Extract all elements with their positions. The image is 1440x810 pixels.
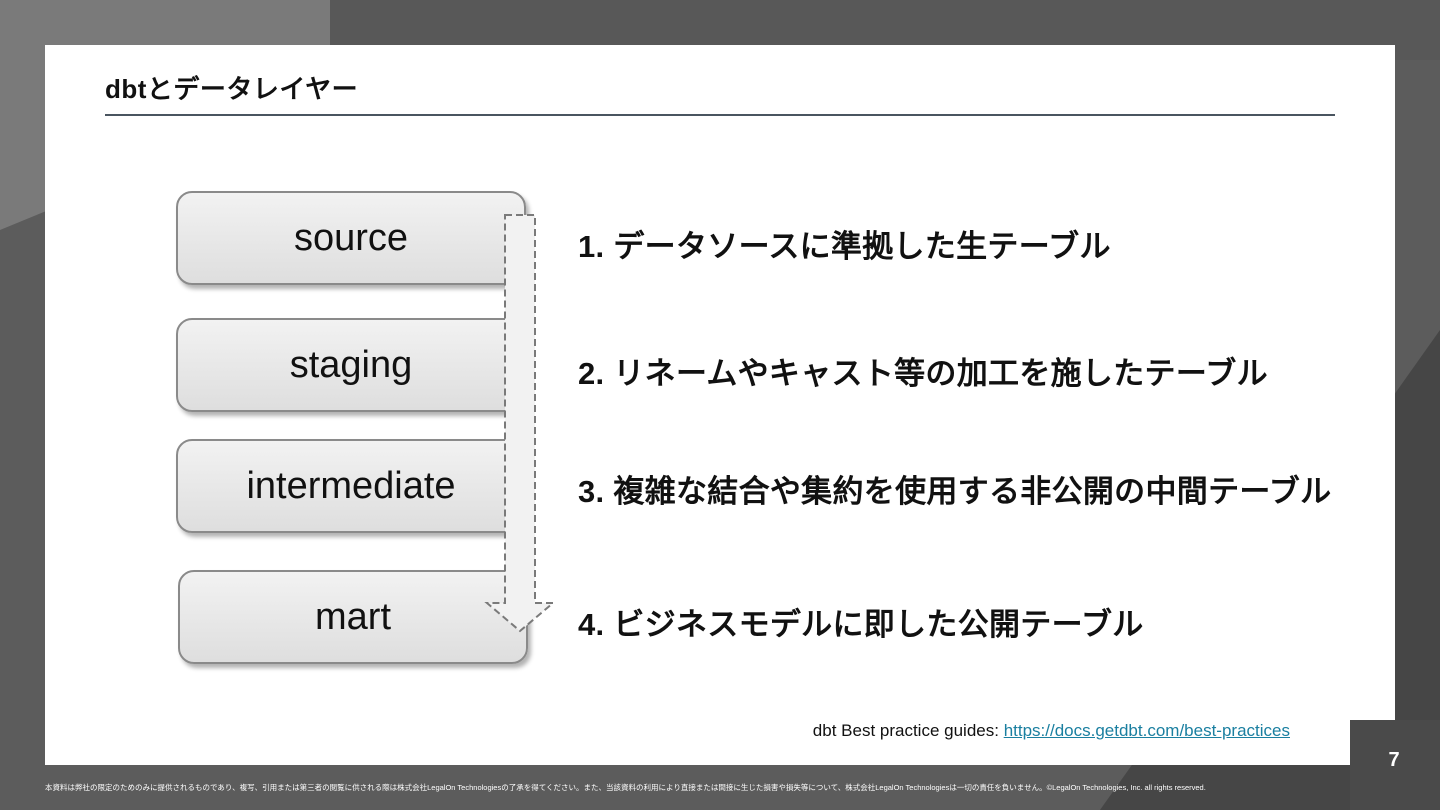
layer-label-staging: staging bbox=[289, 343, 413, 386]
layer-description-staging: 2. リネームやキャスト等の加工を施したテーブル bbox=[578, 356, 1268, 391]
slide-title: dbtとデータレイヤー bbox=[105, 74, 359, 104]
layer-box-staging: staging bbox=[176, 318, 526, 412]
layer-label-source: source bbox=[293, 216, 409, 259]
layer-label-intermediate: intermediate bbox=[246, 464, 456, 507]
layer-description-intermediate: 3. 複雑な結合や集約を使用する非公開の中間テーブル bbox=[578, 474, 1332, 509]
reference-link[interactable]: https://docs.getdbt.com/best-practices bbox=[1004, 721, 1290, 740]
reference-line: dbt Best practice guides: https://docs.g… bbox=[813, 721, 1290, 741]
slide: dbtとデータレイヤー source staging intermediate … bbox=[45, 45, 1395, 765]
flow-down-arrow bbox=[484, 214, 556, 633]
layer-description-mart: 4. ビジネスモデルに即した公開テーブル bbox=[578, 607, 1144, 642]
layer-box-source: source bbox=[176, 191, 526, 285]
layer-description-source: 1. データソースに準拠した生テーブル bbox=[578, 229, 1111, 264]
layer-label-mart: mart bbox=[315, 595, 391, 638]
disclaimer-text: 本資料は弊社の限定のためのみに提供されるものであり、複写、引用または第三者の閲覧… bbox=[45, 783, 1206, 792]
title-rule bbox=[105, 114, 1335, 116]
reference-prefix: dbt Best practice guides: bbox=[812, 721, 1004, 740]
page-number: 7 bbox=[1388, 749, 1400, 771]
layer-box-intermediate: intermediate bbox=[176, 439, 526, 533]
layer-box-mart: mart bbox=[178, 570, 528, 664]
